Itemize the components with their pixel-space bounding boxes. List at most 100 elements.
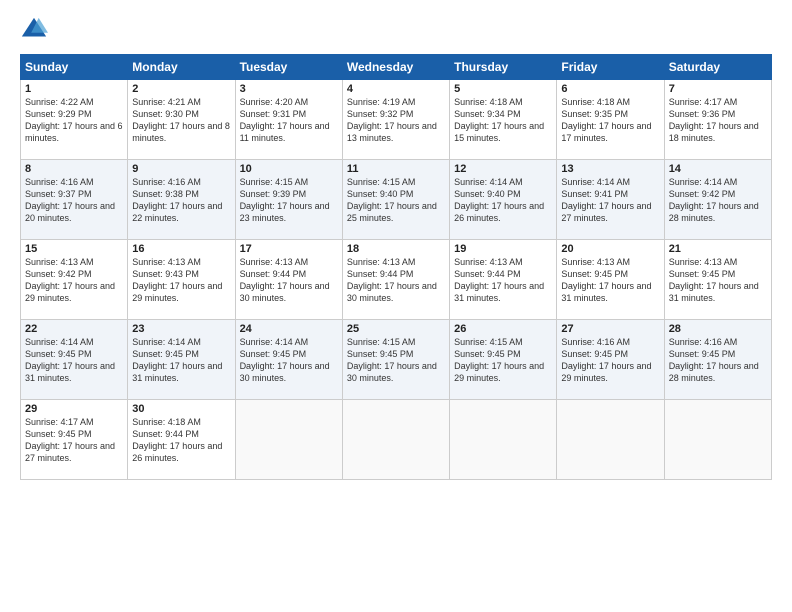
day-number: 3	[240, 83, 338, 95]
day-number: 1	[25, 83, 123, 95]
day-number: 5	[454, 83, 552, 95]
calendar-cell: 27 Sunrise: 4:16 AM Sunset: 9:45 PM Dayl…	[557, 320, 664, 400]
day-number: 30	[132, 403, 230, 415]
calendar-week-4: 22 Sunrise: 4:14 AM Sunset: 9:45 PM Dayl…	[21, 320, 772, 400]
calendar-cell: 28 Sunrise: 4:16 AM Sunset: 9:45 PM Dayl…	[664, 320, 771, 400]
day-info: Sunrise: 4:15 AM Sunset: 9:39 PM Dayligh…	[240, 176, 338, 225]
day-number: 25	[347, 323, 445, 335]
calendar-cell	[235, 400, 342, 480]
calendar-cell: 19 Sunrise: 4:13 AM Sunset: 9:44 PM Dayl…	[450, 240, 557, 320]
day-info: Sunrise: 4:21 AM Sunset: 9:30 PM Dayligh…	[132, 96, 230, 145]
calendar-cell: 8 Sunrise: 4:16 AM Sunset: 9:37 PM Dayli…	[21, 160, 128, 240]
calendar-cell: 15 Sunrise: 4:13 AM Sunset: 9:42 PM Dayl…	[21, 240, 128, 320]
logo	[20, 16, 52, 44]
day-info: Sunrise: 4:18 AM Sunset: 9:35 PM Dayligh…	[561, 96, 659, 145]
day-info: Sunrise: 4:14 AM Sunset: 9:41 PM Dayligh…	[561, 176, 659, 225]
calendar-cell	[450, 400, 557, 480]
day-info: Sunrise: 4:19 AM Sunset: 9:32 PM Dayligh…	[347, 96, 445, 145]
day-number: 13	[561, 163, 659, 175]
day-number: 4	[347, 83, 445, 95]
day-number: 20	[561, 243, 659, 255]
column-header-saturday: Saturday	[664, 55, 771, 80]
calendar-cell: 26 Sunrise: 4:15 AM Sunset: 9:45 PM Dayl…	[450, 320, 557, 400]
calendar-cell: 22 Sunrise: 4:14 AM Sunset: 9:45 PM Dayl…	[21, 320, 128, 400]
day-info: Sunrise: 4:16 AM Sunset: 9:37 PM Dayligh…	[25, 176, 123, 225]
calendar-cell: 21 Sunrise: 4:13 AM Sunset: 9:45 PM Dayl…	[664, 240, 771, 320]
day-number: 22	[25, 323, 123, 335]
calendar-body: 1 Sunrise: 4:22 AM Sunset: 9:29 PM Dayli…	[21, 80, 772, 480]
day-number: 26	[454, 323, 552, 335]
calendar-week-3: 15 Sunrise: 4:13 AM Sunset: 9:42 PM Dayl…	[21, 240, 772, 320]
page: SundayMondayTuesdayWednesdayThursdayFrid…	[0, 0, 792, 612]
day-info: Sunrise: 4:14 AM Sunset: 9:40 PM Dayligh…	[454, 176, 552, 225]
day-number: 17	[240, 243, 338, 255]
day-info: Sunrise: 4:14 AM Sunset: 9:42 PM Dayligh…	[669, 176, 767, 225]
day-number: 2	[132, 83, 230, 95]
logo-icon	[20, 16, 48, 44]
calendar-cell: 16 Sunrise: 4:13 AM Sunset: 9:43 PM Dayl…	[128, 240, 235, 320]
calendar-cell: 3 Sunrise: 4:20 AM Sunset: 9:31 PM Dayli…	[235, 80, 342, 160]
day-number: 18	[347, 243, 445, 255]
day-info: Sunrise: 4:18 AM Sunset: 9:34 PM Dayligh…	[454, 96, 552, 145]
calendar-cell: 5 Sunrise: 4:18 AM Sunset: 9:34 PM Dayli…	[450, 80, 557, 160]
day-info: Sunrise: 4:13 AM Sunset: 9:43 PM Dayligh…	[132, 256, 230, 305]
day-info: Sunrise: 4:17 AM Sunset: 9:36 PM Dayligh…	[669, 96, 767, 145]
day-number: 7	[669, 83, 767, 95]
calendar-cell	[342, 400, 449, 480]
day-info: Sunrise: 4:16 AM Sunset: 9:38 PM Dayligh…	[132, 176, 230, 225]
calendar-cell: 6 Sunrise: 4:18 AM Sunset: 9:35 PM Dayli…	[557, 80, 664, 160]
day-info: Sunrise: 4:13 AM Sunset: 9:45 PM Dayligh…	[561, 256, 659, 305]
day-info: Sunrise: 4:16 AM Sunset: 9:45 PM Dayligh…	[669, 336, 767, 385]
calendar-week-5: 29 Sunrise: 4:17 AM Sunset: 9:45 PM Dayl…	[21, 400, 772, 480]
day-info: Sunrise: 4:14 AM Sunset: 9:45 PM Dayligh…	[132, 336, 230, 385]
calendar-cell: 24 Sunrise: 4:14 AM Sunset: 9:45 PM Dayl…	[235, 320, 342, 400]
header	[20, 16, 772, 44]
calendar-cell: 4 Sunrise: 4:19 AM Sunset: 9:32 PM Dayli…	[342, 80, 449, 160]
day-number: 15	[25, 243, 123, 255]
calendar-cell: 14 Sunrise: 4:14 AM Sunset: 9:42 PM Dayl…	[664, 160, 771, 240]
day-info: Sunrise: 4:22 AM Sunset: 9:29 PM Dayligh…	[25, 96, 123, 145]
column-header-sunday: Sunday	[21, 55, 128, 80]
calendar-cell: 11 Sunrise: 4:15 AM Sunset: 9:40 PM Dayl…	[342, 160, 449, 240]
day-info: Sunrise: 4:14 AM Sunset: 9:45 PM Dayligh…	[240, 336, 338, 385]
calendar-cell: 30 Sunrise: 4:18 AM Sunset: 9:44 PM Dayl…	[128, 400, 235, 480]
day-info: Sunrise: 4:13 AM Sunset: 9:44 PM Dayligh…	[454, 256, 552, 305]
calendar-cell	[664, 400, 771, 480]
day-info: Sunrise: 4:15 AM Sunset: 9:45 PM Dayligh…	[347, 336, 445, 385]
day-number: 10	[240, 163, 338, 175]
day-info: Sunrise: 4:13 AM Sunset: 9:44 PM Dayligh…	[347, 256, 445, 305]
calendar-cell: 2 Sunrise: 4:21 AM Sunset: 9:30 PM Dayli…	[128, 80, 235, 160]
day-info: Sunrise: 4:15 AM Sunset: 9:45 PM Dayligh…	[454, 336, 552, 385]
calendar-cell: 13 Sunrise: 4:14 AM Sunset: 9:41 PM Dayl…	[557, 160, 664, 240]
calendar-cell	[557, 400, 664, 480]
calendar-week-1: 1 Sunrise: 4:22 AM Sunset: 9:29 PM Dayli…	[21, 80, 772, 160]
day-info: Sunrise: 4:13 AM Sunset: 9:44 PM Dayligh…	[240, 256, 338, 305]
calendar-cell: 7 Sunrise: 4:17 AM Sunset: 9:36 PM Dayli…	[664, 80, 771, 160]
calendar-cell: 23 Sunrise: 4:14 AM Sunset: 9:45 PM Dayl…	[128, 320, 235, 400]
day-number: 28	[669, 323, 767, 335]
day-info: Sunrise: 4:17 AM Sunset: 9:45 PM Dayligh…	[25, 416, 123, 465]
calendar-cell: 1 Sunrise: 4:22 AM Sunset: 9:29 PM Dayli…	[21, 80, 128, 160]
column-header-monday: Monday	[128, 55, 235, 80]
day-number: 11	[347, 163, 445, 175]
column-header-tuesday: Tuesday	[235, 55, 342, 80]
day-number: 14	[669, 163, 767, 175]
day-number: 6	[561, 83, 659, 95]
calendar-table: SundayMondayTuesdayWednesdayThursdayFrid…	[20, 54, 772, 480]
day-number: 21	[669, 243, 767, 255]
day-number: 27	[561, 323, 659, 335]
day-info: Sunrise: 4:14 AM Sunset: 9:45 PM Dayligh…	[25, 336, 123, 385]
calendar-cell: 18 Sunrise: 4:13 AM Sunset: 9:44 PM Dayl…	[342, 240, 449, 320]
day-number: 19	[454, 243, 552, 255]
column-header-thursday: Thursday	[450, 55, 557, 80]
calendar-cell: 10 Sunrise: 4:15 AM Sunset: 9:39 PM Dayl…	[235, 160, 342, 240]
day-info: Sunrise: 4:13 AM Sunset: 9:45 PM Dayligh…	[669, 256, 767, 305]
column-header-wednesday: Wednesday	[342, 55, 449, 80]
day-number: 16	[132, 243, 230, 255]
day-number: 8	[25, 163, 123, 175]
day-number: 12	[454, 163, 552, 175]
day-info: Sunrise: 4:18 AM Sunset: 9:44 PM Dayligh…	[132, 416, 230, 465]
day-number: 23	[132, 323, 230, 335]
calendar-header-row: SundayMondayTuesdayWednesdayThursdayFrid…	[21, 55, 772, 80]
calendar-cell: 20 Sunrise: 4:13 AM Sunset: 9:45 PM Dayl…	[557, 240, 664, 320]
